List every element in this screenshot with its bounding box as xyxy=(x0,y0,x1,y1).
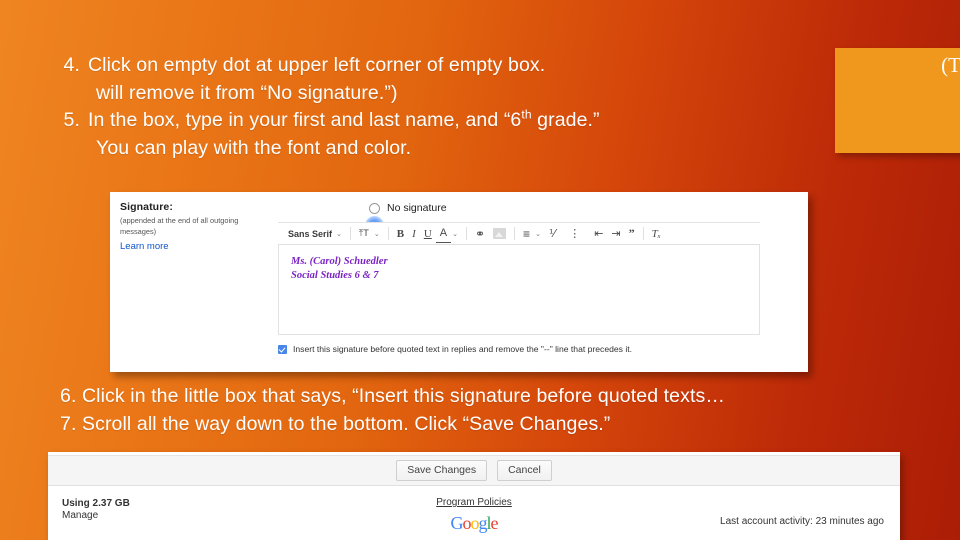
footer-info-bar: Using 2.37 GB Manage Program Policies Go… xyxy=(48,486,900,538)
indent-more-icon[interactable]: ⇥ xyxy=(607,225,624,243)
last-account-activity: Last account activity: 23 minutes ago xyxy=(720,516,884,527)
signature-line: Social Studies 6 & 7 xyxy=(291,270,379,282)
instruction-step-7: 7. Scroll all the way down to the bottom… xyxy=(60,411,940,439)
radio-no-signature-icon[interactable] xyxy=(369,202,380,214)
step-text: Click on empty dot at upper left corner … xyxy=(88,54,546,76)
align-icon[interactable]: ≡ xyxy=(519,225,534,243)
learn-more-link[interactable]: Learn more xyxy=(120,241,260,252)
instruction-step-5: 5. In the box, type in your first and la… xyxy=(62,107,802,135)
italic-icon[interactable]: I xyxy=(408,225,420,243)
step-number: 7. xyxy=(60,412,77,435)
indent-less-icon[interactable]: ⇤ xyxy=(590,225,607,243)
numbered-list-icon[interactable]: ⅟ xyxy=(545,225,559,243)
instructions-top: 4. Click on empty dot at upper left corn… xyxy=(62,52,802,163)
step-text-after-superscript: grade.” xyxy=(531,109,600,132)
font-family-caret-icon[interactable]: ⌄ xyxy=(335,230,346,238)
signature-label-subtext: (appended at the end of all outgoing mes… xyxy=(120,216,239,237)
google-logo-letter: G xyxy=(450,513,463,533)
step-number: 5. xyxy=(63,109,80,132)
radio-option-no-signature[interactable]: No signature xyxy=(369,201,447,215)
underline-icon[interactable]: U xyxy=(420,225,436,243)
text-color-icon[interactable]: A xyxy=(435,225,452,243)
signature-editor: Sans Serif ⌄ ⤒T ⌄ B I U A ⌄ ⚭ ≡ ⌄ ⅟ ⋮ ⇤ … xyxy=(278,222,760,336)
text-color-caret-icon[interactable]: ⌄ xyxy=(451,230,462,238)
radio-no-signature-label: No signature xyxy=(387,202,447,214)
bold-icon[interactable]: B xyxy=(393,225,408,243)
step-number: 6. xyxy=(60,385,77,407)
font-size-caret-icon[interactable]: ⌄ xyxy=(373,230,384,238)
instruction-step-5-continuation: You can play with the font and color. xyxy=(96,137,412,160)
font-size-icon[interactable]: ⤒T xyxy=(355,225,373,243)
font-family-selector[interactable]: Sans Serif xyxy=(284,225,335,243)
callout-text: (T xyxy=(941,53,960,77)
cancel-button[interactable]: Cancel xyxy=(497,460,552,481)
signature-line: Ms. (Carol) Schuedler xyxy=(291,256,388,267)
toolbar-divider xyxy=(465,227,467,240)
more-options-icon[interactable]: ⋮ xyxy=(559,225,590,243)
footer-button-bar: Save Changes Cancel xyxy=(48,455,900,486)
signature-text-area[interactable]: Ms. (Carol) Schuedler Social Studies 6 &… xyxy=(278,245,760,335)
insert-link-icon[interactable]: ⚭ xyxy=(471,225,489,243)
gmail-signature-settings-screenshot: Signature: (appended at the end of all o… xyxy=(110,192,808,372)
signature-radio-group: No signature xyxy=(369,201,447,215)
toolbar-divider xyxy=(387,227,389,240)
signature-label-column: Signature: (appended at the end of all o… xyxy=(120,201,260,252)
step-text: Click in the little box that says, “Inse… xyxy=(82,385,725,407)
gmail-footer-screenshot: Save Changes Cancel Using 2.37 GB Manage… xyxy=(48,452,900,540)
instructions-bottom: 6. Click in the little box that says, “I… xyxy=(60,383,940,438)
remove-formatting-icon[interactable]: Tₓ xyxy=(648,225,665,243)
ordinal-superscript: th xyxy=(521,107,532,122)
toolbar-divider xyxy=(349,227,351,240)
insert-before-quoted-text-row[interactable]: Insert this signature before quoted text… xyxy=(278,344,632,354)
block-quote-icon[interactable]: ” xyxy=(625,225,639,243)
save-changes-button[interactable]: Save Changes xyxy=(396,460,488,481)
align-caret-icon[interactable]: ⌄ xyxy=(534,230,545,238)
instruction-step-4: 4. Click on empty dot at upper left corn… xyxy=(62,52,802,80)
callout-box: (T xyxy=(835,48,960,153)
program-policies-link[interactable]: Program Policies xyxy=(48,497,900,508)
step-text: In the box, type in your first and last … xyxy=(88,107,802,135)
instruction-step-6: 6. Click in the little box that says, “I… xyxy=(60,383,940,411)
toolbar-divider xyxy=(514,227,516,240)
toolbar-divider xyxy=(642,227,644,240)
step-text: Scroll all the way down to the bottom. C… xyxy=(82,412,611,435)
signature-label-title: Signature: xyxy=(120,201,173,213)
signature-editor-toolbar: Sans Serif ⌄ ⤒T ⌄ B I U A ⌄ ⚭ ≡ ⌄ ⅟ ⋮ ⇤ … xyxy=(278,222,760,245)
insert-image-icon[interactable] xyxy=(489,225,510,243)
step-text-before-superscript: In the box, type in your first and last … xyxy=(88,109,522,132)
step-number: 4. xyxy=(63,54,80,76)
google-logo-letter: e xyxy=(490,513,499,533)
insert-before-quoted-text-checkbox[interactable] xyxy=(278,344,287,354)
instruction-step-4-continuation: will remove it from “No signature.”) xyxy=(96,81,398,104)
insert-before-quoted-text-label: Insert this signature before quoted text… xyxy=(293,344,633,354)
